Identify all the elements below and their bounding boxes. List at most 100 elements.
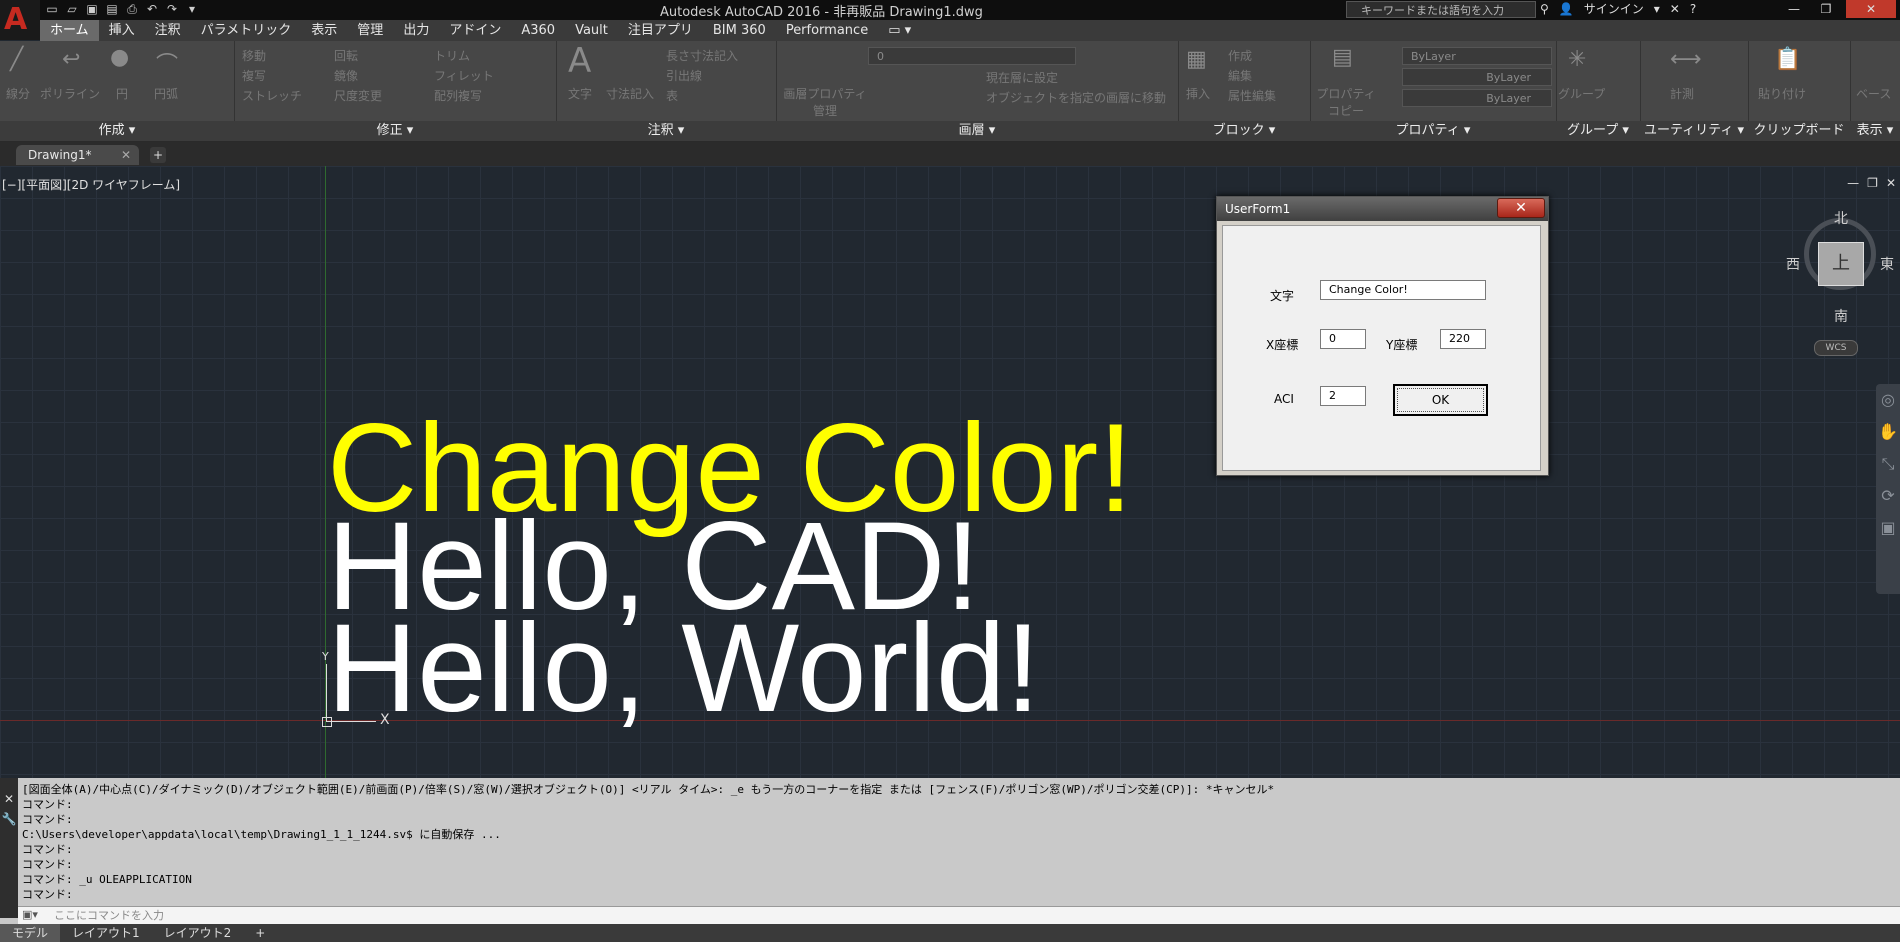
panel-layers-title[interactable]: 画層 ▾ xyxy=(776,121,1178,141)
panel-clipboard-title[interactable]: クリップボード xyxy=(1748,121,1850,141)
compass-west[interactable]: 西 xyxy=(1786,254,1800,274)
paste-button[interactable]: 貼り付け xyxy=(1758,85,1806,102)
steering-wheel-icon[interactable]: ◎ xyxy=(1876,384,1900,416)
panel-block-title[interactable]: ブロック ▾ xyxy=(1178,121,1310,141)
search-input[interactable]: キーワードまたは語句を入力 xyxy=(1346,1,1536,18)
viewcube[interactable]: 上 北 南 東 西 xyxy=(1786,208,1894,325)
command-settings-icon[interactable]: 🔧 xyxy=(0,812,18,826)
compass-east[interactable]: 東 xyxy=(1880,254,1894,274)
plot-icon[interactable]: ⎙ xyxy=(124,1,140,17)
viewport-minimize-icon[interactable]: — xyxy=(1847,176,1859,190)
help-icon[interactable]: ? xyxy=(1690,0,1696,20)
viewport-close-icon[interactable]: ✕ xyxy=(1886,176,1896,190)
document-tab-drawing1[interactable]: Drawing1* ✕ xyxy=(16,145,139,165)
tab-performance[interactable]: Performance xyxy=(776,20,878,41)
line-button[interactable]: 線分 xyxy=(6,85,30,102)
copy-button[interactable]: 複写 xyxy=(242,67,266,84)
text-button[interactable]: 文字 xyxy=(568,85,592,102)
viewcube-top-face[interactable]: 上 xyxy=(1818,242,1864,286)
minimize-button[interactable]: — xyxy=(1780,0,1808,18)
tab-view[interactable]: 表示 xyxy=(301,20,347,41)
color-dropdown[interactable]: ByLayer xyxy=(1402,47,1552,65)
trim-button[interactable]: トリム xyxy=(434,47,470,64)
fillet-button[interactable]: フィレット xyxy=(434,67,494,84)
dimension-button[interactable]: 寸法記入 xyxy=(606,85,654,102)
scale-button[interactable]: 尺度変更 xyxy=(334,87,382,104)
create-block-button[interactable]: 作成 xyxy=(1228,47,1252,64)
open-icon[interactable]: ▱ xyxy=(64,1,80,17)
restore-button[interactable]: ❐ xyxy=(1812,0,1840,18)
chevron-down-icon[interactable]: ▾ xyxy=(1654,0,1660,20)
base-view-button[interactable]: ベース xyxy=(1856,85,1891,102)
command-input[interactable]: ここにコマンドを入力 xyxy=(18,906,1900,924)
drawing-text-hello-world[interactable]: Hello, World! xyxy=(327,606,1040,731)
insert-block-button[interactable]: 挿入 xyxy=(1186,85,1210,102)
tab-addins[interactable]: アドイン xyxy=(439,20,511,41)
text-input[interactable]: Change Color! xyxy=(1320,280,1486,300)
tab-vault[interactable]: Vault xyxy=(565,20,618,41)
stretch-button[interactable]: ストレッチ xyxy=(242,87,302,104)
layer-properties-button[interactable]: 画層プロパティ管理 xyxy=(780,85,870,119)
close-button[interactable]: ✕ xyxy=(1846,0,1896,18)
userform-close-button[interactable]: ✕ xyxy=(1497,198,1545,218)
compass-north[interactable]: 北 xyxy=(1834,208,1848,228)
edit-attribute-button[interactable]: 属性編集 xyxy=(1228,87,1276,104)
application-menu-button[interactable]: A xyxy=(0,0,40,40)
tab-model[interactable]: モデル xyxy=(0,924,61,942)
saveas-icon[interactable]: ▤ xyxy=(104,1,120,17)
aci-input[interactable]: 2 xyxy=(1320,386,1366,406)
drawing-canvas[interactable]: Change Color! Hello, CAD! Hello, World! … xyxy=(0,166,1900,778)
panel-draw-title[interactable]: 作成 ▾ xyxy=(0,121,234,141)
layer-dropdown[interactable]: 0 xyxy=(868,47,1076,65)
lineweight-dropdown[interactable]: ByLayer xyxy=(1402,89,1552,107)
panel-properties-title[interactable]: プロパティ ▾ xyxy=(1310,121,1556,141)
undo-icon[interactable]: ↶ xyxy=(144,1,160,17)
edit-block-button[interactable]: 編集 xyxy=(1228,67,1252,84)
tab-layout2[interactable]: レイアウト2 xyxy=(152,924,244,942)
zoom-icon[interactable]: ⤡ xyxy=(1876,448,1900,480)
tab-annotate[interactable]: 注釈 xyxy=(145,20,191,41)
circle-button[interactable]: 円 xyxy=(116,85,128,102)
group-button[interactable]: グループ xyxy=(1558,85,1605,102)
tab-insert[interactable]: 挿入 xyxy=(99,20,145,41)
table-button[interactable]: 表 xyxy=(666,87,678,104)
linear-dim-button[interactable]: 長さ寸法記入 xyxy=(666,47,738,64)
y-coordinate-input[interactable]: 220 xyxy=(1440,329,1486,349)
tab-featured-apps[interactable]: 注目アプリ xyxy=(618,20,703,41)
command-line-handle[interactable]: ✕ 🔧 xyxy=(0,778,18,918)
wcs-menu[interactable]: WCS xyxy=(1814,340,1858,356)
panel-modify-title[interactable]: 修正 ▾ xyxy=(234,121,556,141)
array-button[interactable]: 配列複写 xyxy=(434,87,482,104)
rotate-button[interactable]: 回転 xyxy=(334,47,358,64)
command-prompt-icon[interactable]: ▣▾ xyxy=(22,908,38,921)
tab-output[interactable]: 出力 xyxy=(393,20,439,41)
orbit-icon[interactable]: ⟳ xyxy=(1876,480,1900,512)
panel-utilities-title[interactable]: ユーティリティ ▾ xyxy=(1640,121,1748,141)
qat-dropdown-icon[interactable]: ▾ xyxy=(184,1,200,17)
panel-annotation-title[interactable]: 注釈 ▾ xyxy=(556,121,776,141)
new-tab-button[interactable]: + xyxy=(150,147,166,163)
add-layout-button[interactable]: + xyxy=(243,924,277,942)
exchange-icon[interactable]: ✕ xyxy=(1670,0,1680,20)
tab-manage[interactable]: 管理 xyxy=(347,20,393,41)
close-tab-icon[interactable]: ✕ xyxy=(121,145,131,165)
viewport-controls-label[interactable]: [−][平面図][2D ワイヤフレーム] xyxy=(2,176,180,193)
mirror-button[interactable]: 鏡像 xyxy=(334,67,358,84)
x-coordinate-input[interactable]: 0 xyxy=(1320,329,1366,349)
showmotion-icon[interactable]: ▣ xyxy=(1876,512,1900,544)
redo-icon[interactable]: ↷ xyxy=(164,1,180,17)
pan-icon[interactable]: ✋ xyxy=(1876,416,1900,448)
binoculars-icon[interactable]: ⚲ xyxy=(1540,0,1549,20)
tab-layout1[interactable]: レイアウト1 xyxy=(60,924,152,942)
arc-button[interactable]: 円弧 xyxy=(154,85,178,102)
linetype-dropdown[interactable]: ByLayer xyxy=(1402,68,1552,86)
signin-button[interactable]: サインイン xyxy=(1584,0,1644,20)
set-current-layer-button[interactable]: 現在層に設定 xyxy=(986,69,1058,86)
move-to-layer-button[interactable]: オブジェクトを指定の画層に移動 xyxy=(986,89,1166,106)
move-button[interactable]: 移動 xyxy=(242,47,266,64)
compass-south[interactable]: 南 xyxy=(1834,306,1848,326)
tab-a360[interactable]: A360 xyxy=(511,20,565,41)
command-close-icon[interactable]: ✕ xyxy=(0,792,18,806)
tab-home[interactable]: ホーム xyxy=(40,20,99,41)
panel-groups-title[interactable]: グループ ▾ xyxy=(1556,121,1640,141)
